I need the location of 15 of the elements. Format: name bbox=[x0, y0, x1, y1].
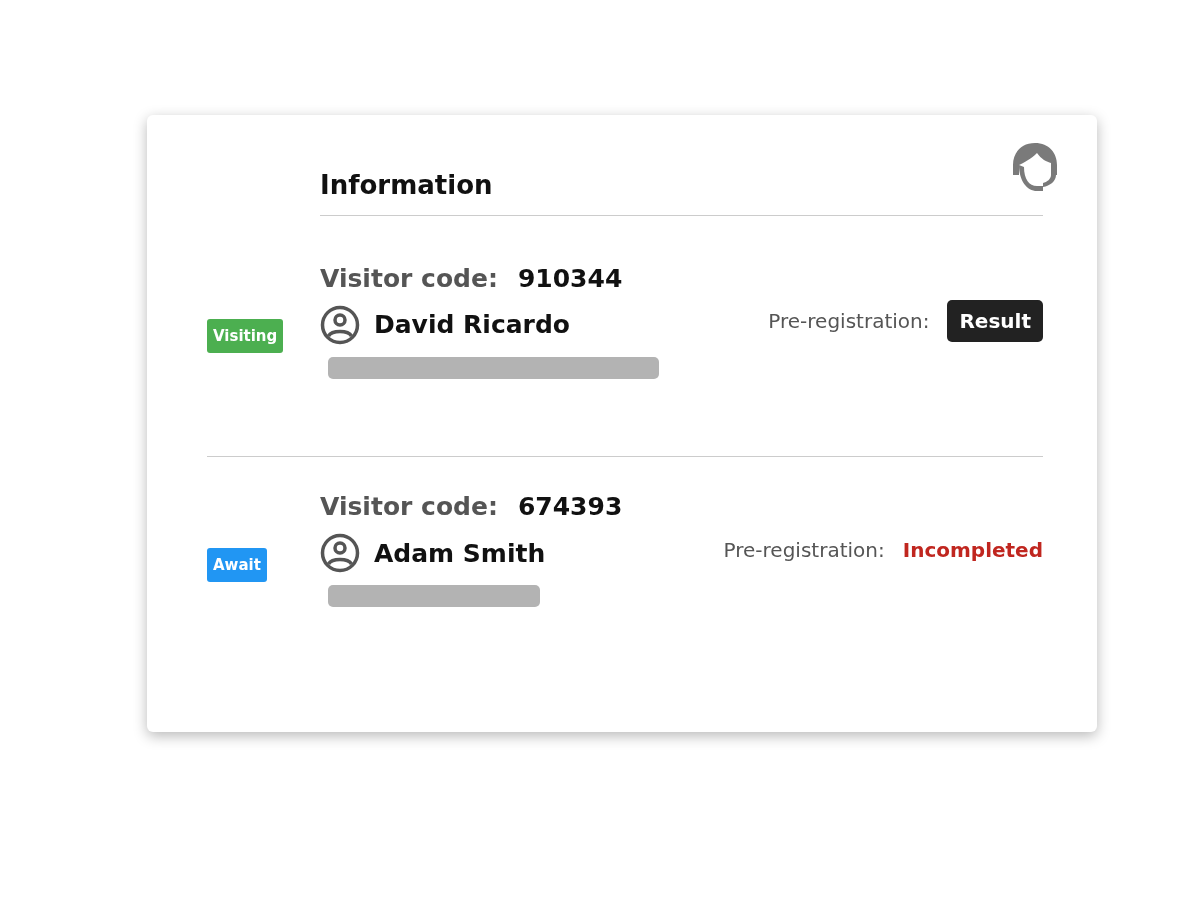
visitor-code-label: Visitor code: bbox=[320, 263, 498, 293]
user-icon bbox=[320, 533, 360, 573]
pre-registration-label: Pre-registration: bbox=[768, 309, 930, 333]
status-badge: Visiting bbox=[207, 319, 284, 353]
pre-registration-label: Pre-registration: bbox=[723, 537, 885, 562]
visitor-name: Adam Smith bbox=[374, 538, 546, 568]
visitor-code-label: Visitor code: bbox=[320, 492, 498, 521]
visitor-code: 674393 bbox=[517, 492, 623, 521]
visitor-name: David Ricardo bbox=[374, 310, 570, 339]
user-icon bbox=[320, 304, 360, 345]
result-button[interactable]: Result bbox=[947, 300, 1043, 342]
status-badge: Await bbox=[207, 547, 267, 582]
card-title: Information bbox=[320, 170, 1043, 216]
pre-registration-status: Incompleted bbox=[902, 537, 1043, 562]
visitor-code: 910344 bbox=[517, 263, 623, 293]
